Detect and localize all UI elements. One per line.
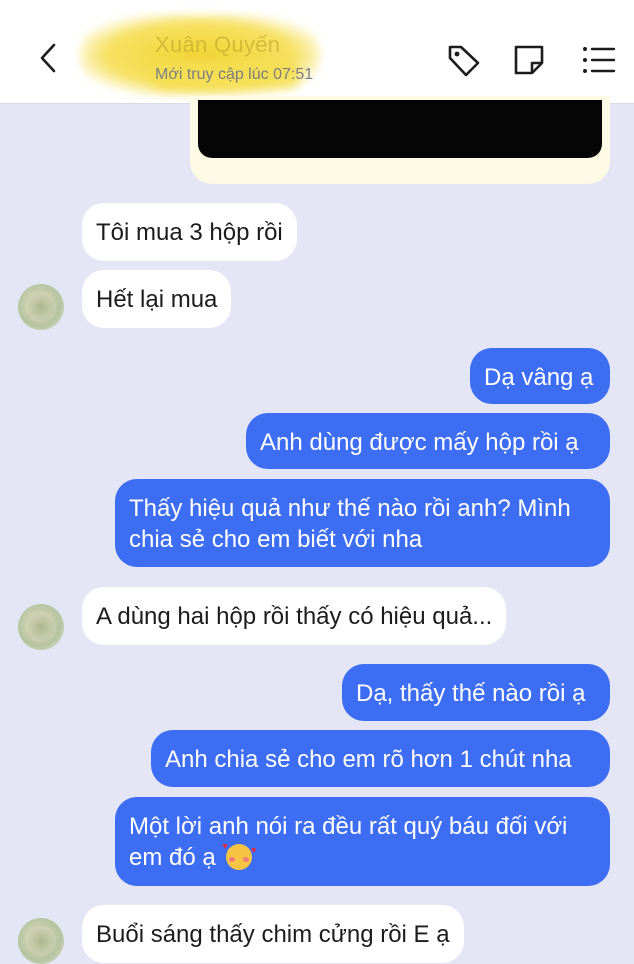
media-thumbnail bbox=[198, 100, 602, 158]
contact-avatar[interactable] bbox=[18, 604, 64, 650]
tag-icon bbox=[448, 45, 480, 77]
media-message[interactable] bbox=[190, 96, 610, 184]
note-icon bbox=[514, 45, 544, 75]
message-text: Một lời anh nói ra đều rất quý báu đối v… bbox=[129, 813, 568, 871]
contact-avatar[interactable] bbox=[18, 284, 64, 330]
message-outgoing[interactable]: Một lời anh nói ra đều rất quý báu đối v… bbox=[115, 797, 610, 886]
message-outgoing[interactable]: Dạ vâng ạ bbox=[470, 348, 610, 404]
contact-status: Mới truy cập lúc 07:51 bbox=[155, 66, 314, 83]
contact-avatar[interactable] bbox=[18, 918, 64, 964]
message-incoming[interactable]: Hết lại mua bbox=[82, 270, 232, 328]
message-outgoing[interactable]: Thấy hiệu quả như thế nào rồi anh? Mình … bbox=[115, 479, 610, 567]
menu-button[interactable] bbox=[577, 38, 621, 82]
message-incoming[interactable]: Tôi mua 3 hộp rồi bbox=[82, 203, 297, 261]
tag-button[interactable] bbox=[442, 38, 486, 82]
message-incoming[interactable]: Buổi sáng thấy chim cửng rồi E ạ bbox=[82, 905, 464, 963]
message-outgoing[interactable]: Dạ, thấy thế nào rồi ạ bbox=[342, 664, 610, 721]
note-button[interactable] bbox=[507, 38, 551, 82]
menu-list-icon bbox=[583, 47, 616, 73]
chat-header: Xuân Quyến Mới truy cập lúc 07:51 bbox=[0, 0, 634, 104]
message-incoming[interactable]: A dùng hai hộp rồi thấy có hiệu quả... bbox=[82, 587, 507, 645]
smiling-face-with-hearts-icon: ♥ ♥ bbox=[222, 842, 256, 870]
message-outgoing[interactable]: Anh dùng được mấy hộp rồi ạ bbox=[246, 413, 610, 469]
contact-info[interactable]: Xuân Quyến Mới truy cập lúc 07:51 bbox=[80, 14, 380, 96]
message-outgoing[interactable]: Anh chia sẻ cho em rõ hơn 1 chút nha bbox=[151, 730, 610, 787]
back-button[interactable] bbox=[28, 38, 68, 78]
contact-name: Xuân Quyến bbox=[155, 32, 281, 57]
back-chevron-icon bbox=[40, 43, 56, 73]
